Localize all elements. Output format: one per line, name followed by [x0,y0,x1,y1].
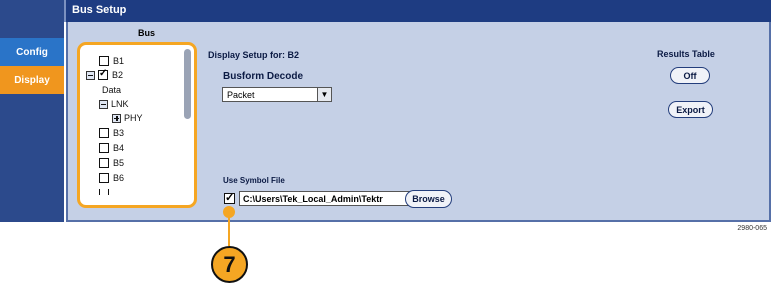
bus-b2-checkbox[interactable] [98,68,108,80]
bus-item-b2[interactable]: B2 [86,68,124,81]
bus-list-panel: B1 B2 Data LNK PHY B3 [77,42,197,208]
bus-b6-checkbox[interactable] [99,173,109,183]
bus-item-lnk[interactable]: LNK [99,98,129,110]
tab-display[interactable]: Display [0,66,64,94]
bus-item-label: LNK [111,99,129,109]
bus-item-b1[interactable]: B1 [99,55,124,67]
figure-id: 2980-065 [737,225,767,232]
browse-button[interactable]: Browse [405,190,452,208]
bus-list-heading: Bus [138,28,156,38]
bus-item-label: Data [102,85,122,95]
export-button[interactable]: Export [668,101,713,118]
bus-setup-window: Config Display Bus Setup Bus B1 B2 Data … [0,0,771,222]
bus-b1-checkbox[interactable] [99,56,109,66]
callout-dot [223,206,235,218]
bus-item-data[interactable]: Data [102,84,121,96]
busform-decode-label: Busform Decode [223,71,304,82]
bus-item-label: B3 [113,128,125,138]
busform-decode-value: Packet [227,90,255,100]
callout-number: 7 [211,246,248,283]
bus-b3-checkbox[interactable] [99,128,109,138]
bus-item-b3[interactable]: B3 [99,127,124,139]
dropdown-arrow-icon[interactable]: ▼ [317,88,331,101]
setup-content: Bus B1 B2 Data LNK PHY [66,22,771,222]
bus-item-phy[interactable]: PHY [112,112,143,124]
expand-icon[interactable] [112,113,121,123]
bus-item-label: B5 [113,158,125,168]
display-setup-label: Display Setup for: B2 [208,50,300,60]
results-table-off-button[interactable]: Off [670,67,710,84]
bus-partial-checkbox [99,189,109,195]
bus-item-b6[interactable]: B6 [99,172,124,184]
bus-list-scrollbar[interactable] [184,49,191,119]
bus-item-label: B6 [113,173,125,183]
bus-item-label: B4 [113,143,125,153]
bus-item-label: B2 [112,70,124,80]
sidebar-top [0,0,64,38]
sidebar-bottom [0,94,64,222]
title-bar: Bus Setup [64,0,771,22]
bus-item-label: PHY [124,113,143,123]
use-symbol-file-checkbox[interactable] [224,191,235,204]
use-symbol-file-label: Use Symbol File [223,176,285,185]
bus-item-label: B1 [113,56,125,66]
busform-decode-dropdown[interactable]: Packet ▼ [222,87,332,102]
bus-item-partial [99,189,113,195]
collapse-icon[interactable] [86,70,95,80]
results-table-heading: Results Table [657,49,715,59]
bus-item-b5[interactable]: B5 [99,157,124,169]
window-title: Bus Setup [72,4,127,16]
bus-b4-checkbox[interactable] [99,143,109,153]
symbol-file-path-field[interactable]: C:\Users\Tek_Local_Admin\Tektr [239,191,427,206]
collapse-icon[interactable] [99,99,108,109]
bus-b5-checkbox[interactable] [99,158,109,168]
tab-config[interactable]: Config [0,38,64,66]
bus-item-b4[interactable]: B4 [99,142,124,154]
symbol-file-path-value: C:\Users\Tek_Local_Admin\Tektr [243,194,383,204]
